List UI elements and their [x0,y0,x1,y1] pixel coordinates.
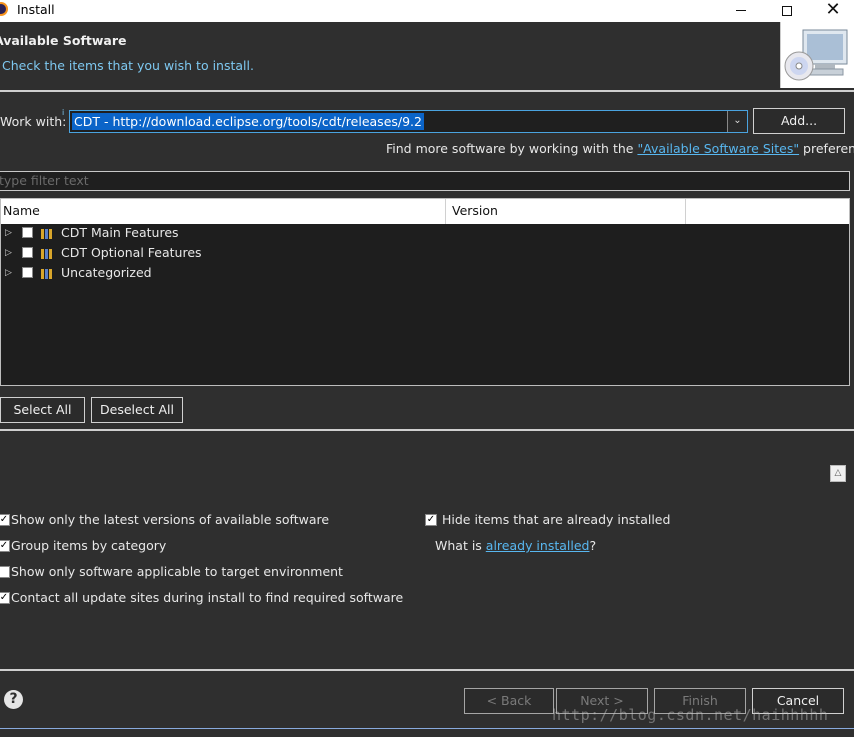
table-header: Name Version [1,199,849,224]
row-checkbox[interactable] [22,227,33,238]
filter-input[interactable]: type filter text [0,171,850,191]
show-latest-checkbox[interactable]: ✓ [0,514,10,526]
select-all-button[interactable]: Select All [0,397,85,423]
show-applicable-label[interactable]: Show only software applicable to target … [11,564,343,579]
title-bar: Install ✕ [0,0,854,22]
category-icon [41,245,55,259]
expand-icon[interactable]: ▷ [5,263,12,283]
find-more-suffix: preferences. [803,141,854,156]
hide-installed-checkbox[interactable]: ✓ [425,514,437,526]
row-label: CDT Optional Features [61,245,202,260]
info-icon: i [62,108,65,117]
page-title: Available Software [0,33,127,48]
window-title: Install [17,2,55,17]
work-with-combo[interactable]: CDT - http://download.eclipse.org/tools/… [69,110,748,133]
details-scroll-up-icon[interactable]: △ [830,465,846,482]
row-checkbox[interactable] [22,247,33,258]
expand-icon[interactable]: ▷ [5,223,12,243]
header-separator [0,90,854,92]
contact-sites-label[interactable]: Contact all update sites during install … [11,590,403,605]
eclipse-icon [0,2,8,16]
software-table[interactable]: Name Version ▷ CDT Main Features ▷ CDT O… [0,198,850,386]
install-banner-image [780,22,854,88]
what-is-prefix: What is [435,538,486,553]
footer-separator [0,669,854,671]
details-separator [0,429,854,431]
category-icon [41,265,55,279]
what-is-suffix: ? [589,538,597,553]
column-extra[interactable] [686,199,849,224]
add-site-button[interactable]: Add... [753,108,845,134]
close-icon: ✕ [825,0,841,20]
minimize-button[interactable] [718,0,764,22]
column-name[interactable]: Name [1,199,446,224]
available-software-sites-link[interactable]: "Available Software Sites" [637,141,799,156]
row-label: Uncategorized [61,265,152,280]
page-subtitle: Check the items that you wish to install… [2,58,254,73]
column-version[interactable]: Version [446,199,686,224]
bottom-edge [0,728,854,729]
what-is-installed-text: What is already installed? [435,538,596,553]
row-label: CDT Main Features [61,225,179,240]
maximize-button[interactable] [764,0,810,22]
work-with-label: Work with: [0,114,67,129]
show-applicable-checkbox[interactable] [0,566,10,578]
close-button[interactable]: ✕ [810,0,854,22]
maximize-icon [782,5,792,16]
contact-sites-checkbox[interactable]: ✓ [0,592,10,604]
row-checkbox[interactable] [22,267,33,278]
table-row[interactable]: ▷ CDT Main Features [1,223,849,243]
group-by-category-label[interactable]: Group items by category [11,538,166,553]
watermark-text: http://blog.csdn.net/haihhhhh [552,706,829,724]
deselect-all-button[interactable]: Deselect All [91,397,183,423]
category-icon [41,225,55,239]
help-icon[interactable]: ? [4,690,23,709]
table-row[interactable]: ▷ Uncategorized [1,263,849,283]
monitor-cd-icon [784,29,848,81]
back-button[interactable]: < Back [464,688,554,714]
work-with-value[interactable]: CDT - http://download.eclipse.org/tools/… [72,113,424,130]
chevron-down-icon[interactable]: ⌄ [727,111,747,132]
wizard-header: Available Software Check the items that … [0,22,854,90]
minimize-icon [736,10,746,11]
expand-icon[interactable]: ▷ [5,243,12,263]
table-row[interactable]: ▷ CDT Optional Features [1,243,849,263]
find-more-text: Find more software by working with the "… [386,141,854,156]
group-by-category-checkbox[interactable]: ✓ [0,540,10,552]
already-installed-link[interactable]: already installed [486,538,590,553]
find-more-prefix: Find more software by working with the [386,141,638,156]
hide-installed-label[interactable]: Hide items that are already installed [442,512,670,527]
show-latest-label[interactable]: Show only the latest versions of availab… [11,512,329,527]
